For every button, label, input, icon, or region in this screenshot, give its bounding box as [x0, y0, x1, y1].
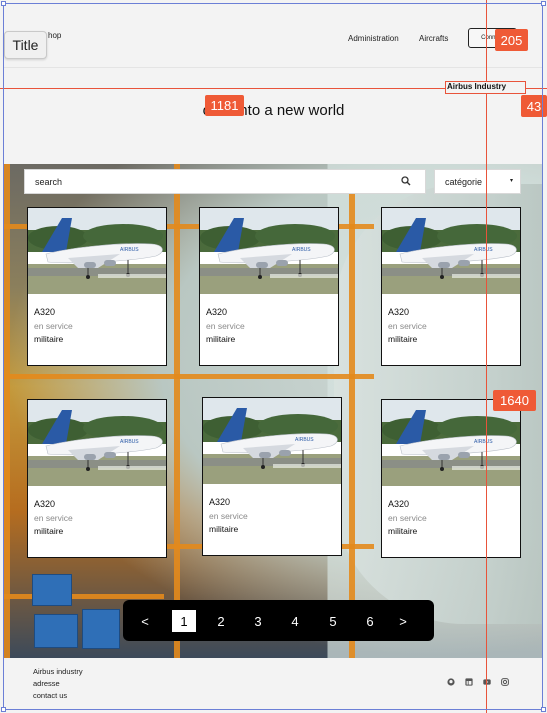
site-footer: Airbus industry adresse contact us: [4, 658, 543, 710]
measure-tag: 43: [521, 95, 547, 117]
footer-company: Airbus industry: [33, 667, 83, 676]
aircraft-status: en service: [388, 321, 427, 331]
search-placeholder: search: [35, 176, 63, 187]
aircraft-status: en service: [34, 321, 73, 331]
aircraft-image: AIRBUS: [28, 400, 166, 486]
category-select[interactable]: catégorie ▾: [434, 169, 521, 194]
brand-name[interactable]: hop: [48, 31, 61, 40]
aircraft-card[interactable]: AIRBUS A320 en service militaire: [199, 207, 339, 366]
aircraft-model: A320: [388, 499, 410, 509]
pagination-bar: < 1 2 3 4 5 6 >: [123, 600, 434, 641]
aircraft-type: militaire: [206, 334, 236, 344]
svg-text:AIRBUS: AIRBUS: [474, 247, 493, 253]
measure-guide-vertical: [486, 0, 487, 713]
aircraft-status: en service: [206, 321, 245, 331]
aircraft-image: AIRBUS: [382, 208, 520, 294]
hero-heading: ome into a new world: [202, 102, 345, 119]
svg-text:AIRBUS: AIRBUS: [120, 439, 139, 445]
category-label: catégorie: [445, 176, 483, 187]
prev-page-button[interactable]: <: [133, 610, 157, 632]
artboard-handle[interactable]: [1, 1, 6, 6]
page-button-3[interactable]: 3: [246, 610, 270, 632]
aircraft-type: militaire: [209, 524, 239, 534]
airplane-photo: AIRBUS: [382, 208, 520, 294]
nav-aircrafts[interactable]: Aircrafts: [419, 34, 448, 43]
page-button-2[interactable]: 2: [209, 610, 233, 632]
measure-tag: 1181: [205, 95, 244, 116]
aircraft-card[interactable]: AIRBUS A320 en service militaire: [27, 399, 167, 558]
page-button-5[interactable]: 5: [321, 610, 345, 632]
aircraft-type: militaire: [34, 334, 64, 344]
github-icon[interactable]: [447, 678, 455, 686]
aircraft-type: militaire: [388, 334, 418, 344]
aircraft-card[interactable]: AIRBUS A320 en service militaire: [381, 207, 521, 366]
airplane-photo: AIRBUS: [203, 398, 341, 484]
svg-text:AIRBUS: AIRBUS: [474, 439, 493, 445]
aircraft-image: AIRBUS: [382, 400, 520, 486]
airplane-photo: AIRBUS: [200, 208, 338, 294]
artboard-handle[interactable]: [541, 1, 546, 6]
search-icon[interactable]: [401, 176, 411, 186]
artboard-handle[interactable]: [1, 707, 6, 712]
aircraft-type: militaire: [34, 526, 64, 536]
airplane-photo: AIRBUS: [382, 400, 520, 486]
aircraft-image: AIRBUS: [28, 208, 166, 294]
page-button-1[interactable]: 1: [172, 610, 196, 632]
chevron-down-icon: ▾: [509, 178, 513, 184]
aircraft-model: A320: [34, 307, 56, 317]
airplane-photo: AIRBUS: [28, 208, 166, 294]
aircraft-model: A320: [209, 497, 231, 507]
aircraft-model: A320: [34, 499, 56, 509]
aircraft-card[interactable]: AIRBUS A320 en service militaire: [381, 399, 521, 558]
artboard-handle[interactable]: [541, 707, 546, 712]
site-header: hop Administration Aircrafts Conne...: [4, 4, 543, 68]
page-button-4[interactable]: 4: [283, 610, 307, 632]
footer-address[interactable]: adresse: [33, 679, 60, 688]
search-input[interactable]: search: [24, 169, 426, 194]
svg-text:AIRBUS: AIRBUS: [292, 247, 311, 253]
next-page-button[interactable]: >: [391, 610, 415, 632]
linkedin-icon[interactable]: [465, 678, 473, 686]
nav-administration[interactable]: Administration: [348, 34, 399, 43]
instagram-icon[interactable]: [501, 678, 509, 686]
aircraft-image: AIRBUS: [200, 208, 338, 294]
aircraft-type: militaire: [388, 526, 418, 536]
aircraft-card[interactable]: AIRBUS A320 en service militaire: [27, 207, 167, 366]
measure-tag: 1640: [493, 390, 536, 411]
youtube-icon[interactable]: [483, 678, 491, 686]
aircraft-card[interactable]: AIRBUS A320 en service militaire: [202, 397, 342, 556]
aircraft-status: en service: [34, 513, 73, 523]
aircraft-status: en service: [209, 511, 248, 521]
aircraft-status: en service: [388, 513, 427, 523]
svg-text:AIRBUS: AIRBUS: [120, 247, 139, 253]
aircraft-image: AIRBUS: [203, 398, 341, 484]
svg-text:AIRBUS: AIRBUS: [295, 437, 314, 443]
selected-text-layer[interactable]: Airbus Industry: [445, 81, 526, 94]
footer-contact-link[interactable]: contact us: [33, 691, 67, 700]
aircraft-model: A320: [206, 307, 228, 317]
airplane-photo: AIRBUS: [28, 400, 166, 486]
measure-tag: 205: [495, 29, 528, 51]
title-chip[interactable]: Title: [4, 31, 47, 59]
page-button-6[interactable]: 6: [358, 610, 382, 632]
aircraft-model: A320: [388, 307, 410, 317]
